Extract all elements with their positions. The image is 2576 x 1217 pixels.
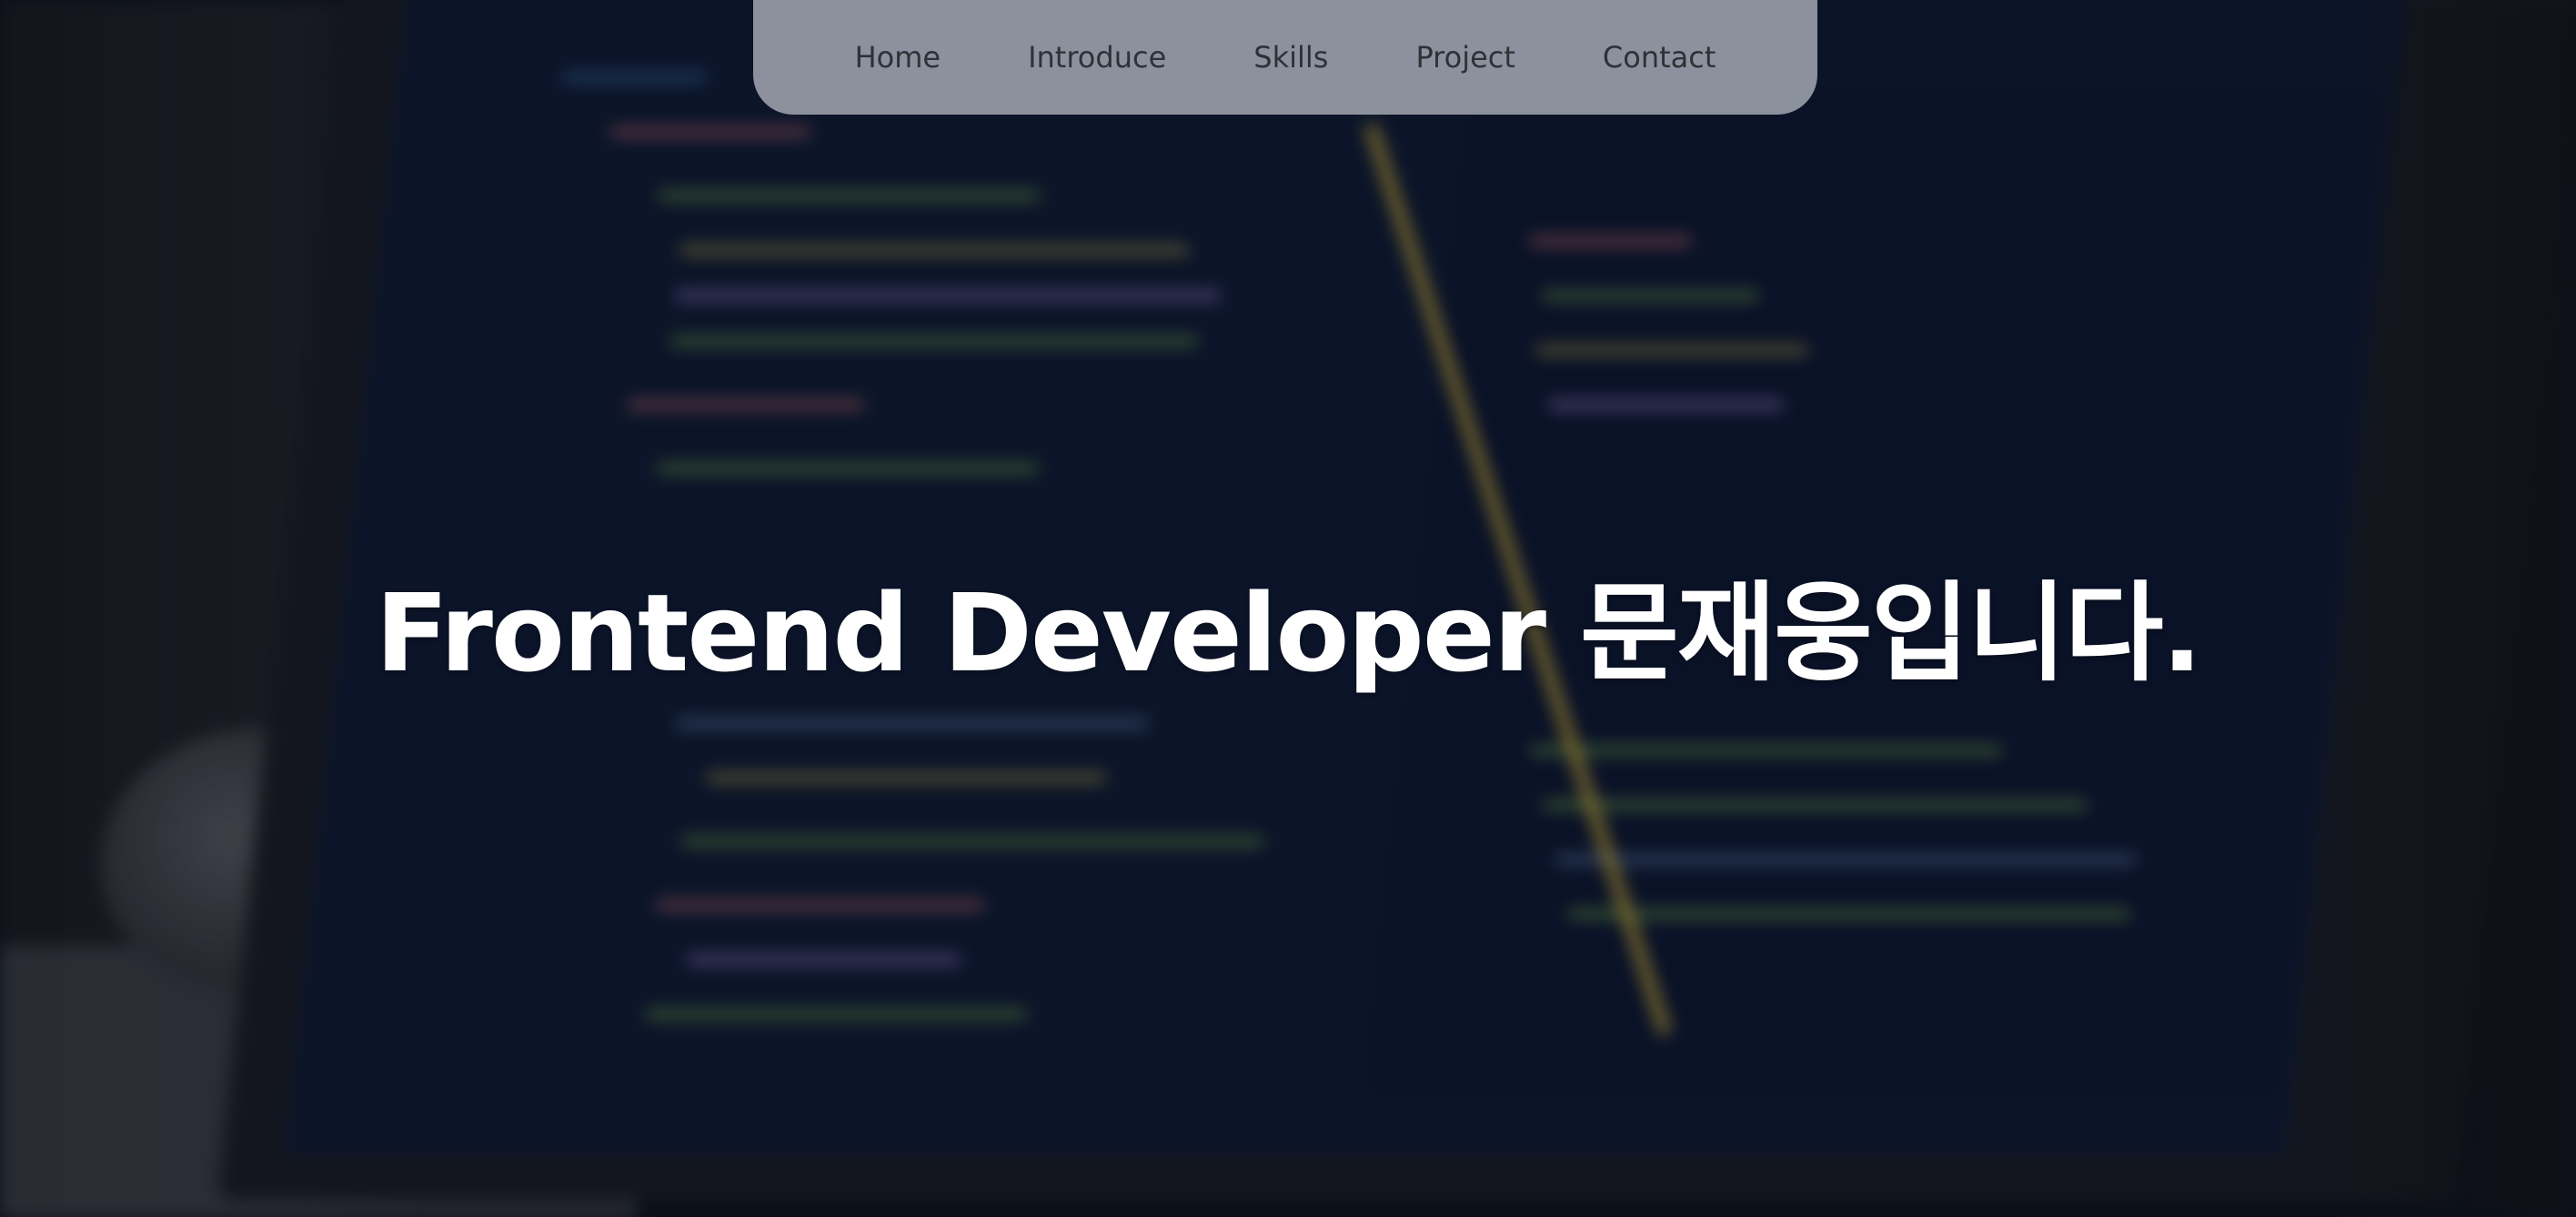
top-navigation: Home Introduce Skills Project Contact: [753, 0, 1817, 115]
nav-link-home[interactable]: Home: [855, 40, 941, 75]
hero-section: Home Introduce Skills Project Contact Fr…: [0, 0, 2576, 1217]
nav-link-contact[interactable]: Contact: [1603, 40, 1716, 75]
nav-link-introduce[interactable]: Introduce: [1028, 40, 1166, 75]
hero-headline: Frontend Developer 문재웅입니다.: [375, 570, 2203, 696]
nav-link-project[interactable]: Project: [1415, 40, 1514, 75]
nav-link-skills[interactable]: Skills: [1253, 40, 1328, 75]
